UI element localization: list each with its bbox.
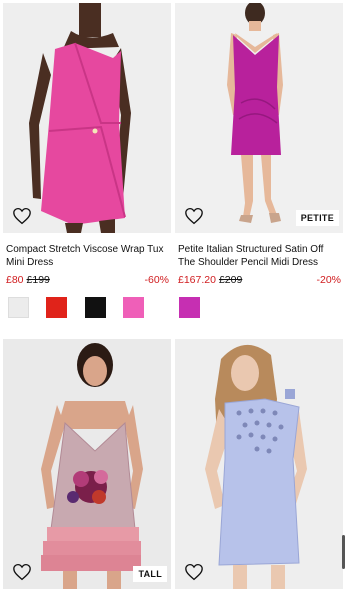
product-photo-model — [3, 3, 171, 233]
favorite-heart-icon[interactable] — [12, 563, 32, 581]
product-card-1[interactable]: Compact Stretch Viscose Wrap Tux Mini Dr… — [3, 3, 171, 333]
product-card-4[interactable] — [175, 339, 345, 589]
product-title[interactable]: Petite Italian Structured Satin Off The … — [178, 243, 343, 269]
product-image[interactable] — [3, 3, 171, 233]
product-card-3[interactable]: TALL — [3, 339, 171, 589]
original-price: £199 — [26, 274, 50, 286]
discount-badge: -20% — [316, 274, 341, 286]
product-image[interactable]: PETITE — [175, 3, 343, 233]
price-row: £80 £199 -60% — [6, 274, 169, 287]
product-card-2[interactable]: PETITE Petite Italian Structured Satin O… — [175, 3, 343, 333]
product-image[interactable] — [175, 339, 343, 589]
color-swatch-pink[interactable] — [123, 297, 144, 318]
sale-price: £167.20 — [178, 274, 216, 286]
price-row: £167.20 £209 -20% — [178, 274, 341, 287]
product-photo-model — [175, 3, 343, 233]
discount-badge: -60% — [144, 274, 169, 286]
product-image[interactable]: TALL — [3, 339, 171, 589]
sale-price: £80 — [6, 274, 24, 286]
product-photo-model — [175, 339, 343, 589]
color-swatch-magenta[interactable] — [179, 297, 200, 318]
scrollbar-thumb[interactable] — [342, 535, 345, 569]
favorite-heart-icon[interactable] — [12, 207, 32, 225]
fit-badge: PETITE — [295, 210, 339, 226]
favorite-heart-icon[interactable] — [184, 563, 204, 581]
color-swatch-black[interactable] — [85, 297, 106, 318]
favorite-heart-icon[interactable] — [184, 207, 204, 225]
color-swatch-red[interactable] — [46, 297, 67, 318]
color-swatch-white[interactable] — [8, 297, 29, 318]
fit-badge: TALL — [133, 566, 167, 582]
product-title[interactable]: Compact Stretch Viscose Wrap Tux Mini Dr… — [6, 243, 171, 269]
product-photo-model — [3, 339, 171, 589]
original-price: £209 — [218, 274, 243, 286]
